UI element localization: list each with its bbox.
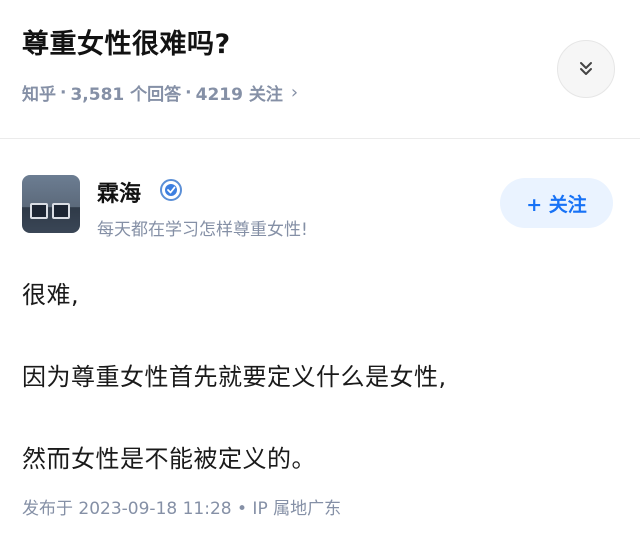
avatar[interactable]: [22, 175, 80, 233]
meta-separator: ·: [60, 82, 67, 103]
verified-badge-icon: [160, 179, 182, 201]
avatar-detail: [30, 203, 48, 219]
follower-count: 4219 关注: [195, 85, 283, 105]
chevrons-down-icon: [580, 62, 592, 75]
answer-count: 3,581 个回答: [70, 85, 182, 105]
avatar-detail: [52, 203, 70, 219]
author-name[interactable]: 霖海: [97, 176, 141, 208]
answer-paragraph: 因为尊重女性首先就要定义什么是女性,: [22, 363, 447, 391]
publish-meta: 发布于 2023-09-18 11:28 • IP 属地广东: [22, 499, 342, 519]
chevron-right-icon: ›: [290, 82, 299, 103]
answer-paragraph: 很难,: [22, 281, 80, 309]
question-meta[interactable]: 知乎 · 3,581 个回答 · 4219 关注 ›: [22, 80, 298, 105]
expand-button[interactable]: [557, 40, 615, 98]
follow-button[interactable]: + 关注: [500, 178, 613, 228]
question-title[interactable]: 尊重女性很难吗?: [22, 22, 231, 61]
meta-separator: ·: [185, 82, 192, 103]
header-divider: [0, 138, 640, 139]
source-label: 知乎: [22, 85, 56, 105]
answer-paragraph: 然而女性是不能被定义的。: [22, 445, 316, 473]
question-header: 尊重女性很难吗? 知乎 · 3,581 个回答 · 4219 关注 ›: [0, 0, 640, 138]
author-bio: 每天都在学习怎样尊重女性!: [97, 220, 308, 240]
